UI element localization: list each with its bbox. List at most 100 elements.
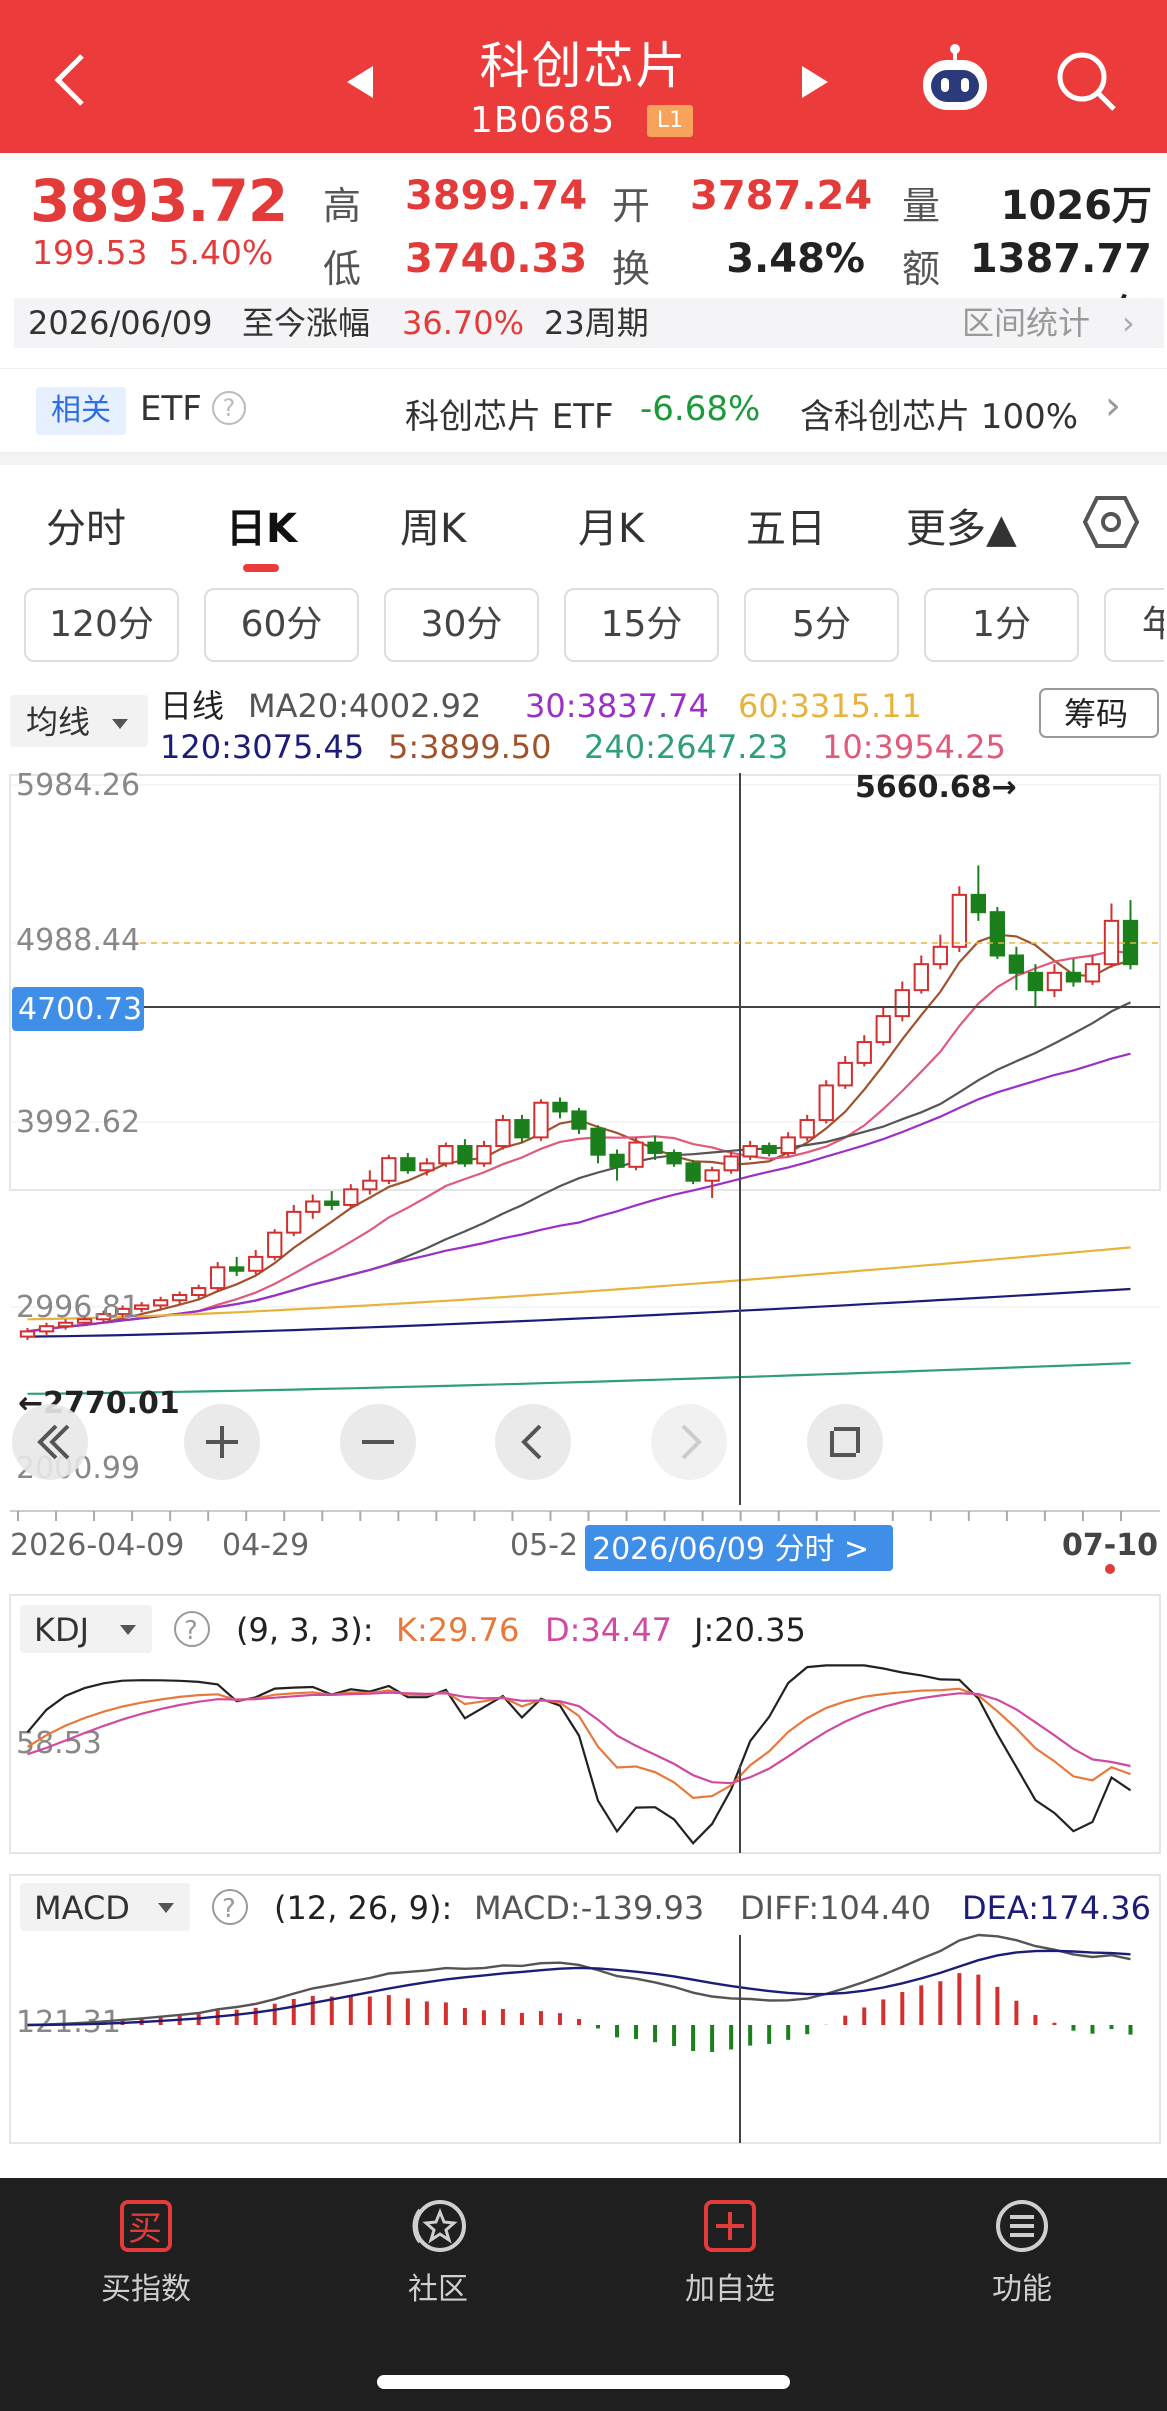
nav-label: 买指数 [101,2272,191,2307]
high-label: 高 [323,184,362,228]
candle [932,945,948,966]
fullscreen-button[interactable] [807,1404,883,1480]
divider [0,453,1167,465]
pill-15min[interactable]: 15分 [564,588,719,662]
candle [761,1145,777,1154]
candle [343,1188,359,1206]
date-start: 2026-04-09 [10,1528,184,1563]
kdj-j-line [26,1664,1132,1845]
home-indicator[interactable] [377,2375,790,2389]
crosshair-price-value: 4700.73 [18,992,142,1027]
candle [324,1200,340,1206]
ma-legend: 均线 日线 MA20:4002.92 30:3837.74 60:3315.11… [10,687,1159,766]
tab-five-day[interactable]: 五日 [746,496,826,554]
candle [685,1162,701,1182]
tab-minute[interactable]: 分时 [46,496,126,554]
candle [552,1101,568,1113]
nav-label: 功能 [992,2272,1052,2307]
range-label: 至今涨幅 [242,304,371,342]
candle [381,1157,397,1182]
open-value: 3787.24 [690,173,873,219]
candle [1027,971,1044,992]
price-tick: 2996.81 [16,1290,140,1325]
chevron-right-icon: › [1105,383,1121,429]
pill-30min[interactable]: 30分 [384,588,539,662]
nav-add-watchlist[interactable]: 加自选 [630,2198,830,2308]
candle [856,1041,872,1064]
candle [495,1119,511,1148]
robot-assistant-icon[interactable] [915,40,995,120]
add-watchlist-icon [702,2198,758,2254]
cursor-date-label: 2026/06/09 分时 > [592,1532,869,1567]
ma20-label: MA20:4002.92 [248,687,481,725]
ma20-line [27,1001,1131,1333]
range-pct: 36.70% [402,304,525,342]
candle [799,1119,815,1139]
candle [38,1325,55,1333]
ma5-label: 5:3899.50 [388,728,551,766]
ma10-line [27,950,1131,1333]
kdj-params: (9, 3, 3): [236,1611,374,1649]
candle [647,1141,663,1154]
date-end: 07-10 [1062,1528,1158,1563]
candle [951,893,967,948]
search-icon[interactable] [1050,45,1122,117]
etf-name: 科创芯片 ETF [405,397,614,437]
tab-weekly[interactable]: 周K [400,496,466,554]
stock-code: 1B0685 [470,100,616,141]
macd-dea: DEA:174.36 [962,1889,1151,1927]
svg-text:买: 买 [128,2209,162,2249]
etf-contains: 含科创芯片 100% [800,397,1079,437]
community-icon [410,2198,466,2254]
tab-more[interactable]: 更多▲ [906,496,1017,554]
candle [248,1255,264,1272]
help-icon-glyph: ? [184,1616,198,1646]
turnover-label: 换 [612,247,651,291]
candle [989,911,1006,957]
candle [970,893,987,914]
high-value: 3899.74 [405,173,588,219]
related-tag: 相关 [36,387,126,435]
etf-title: ETF [140,389,202,429]
nav-buy[interactable]: 买 买指数 [46,2198,246,2308]
nav-functions[interactable]: 功能 [922,2198,1122,2308]
tab-monthly[interactable]: 月K [578,496,644,554]
settings-icon[interactable] [1082,494,1140,550]
scroll-right-button[interactable] [651,1404,727,1480]
tab-daily[interactable]: 日K [226,496,297,554]
pill-60min[interactable]: 60分 [204,588,359,662]
low-label: 低 [323,247,362,291]
scroll-left-button[interactable] [495,1404,571,1480]
amount-label: 额 [902,247,941,291]
candle [818,1084,834,1122]
candle [1046,971,1063,992]
candle [210,1266,226,1290]
candle [362,1179,378,1191]
pill-1min[interactable]: 1分 [924,588,1079,662]
help-icon-glyph: ? [222,1894,236,1924]
candle [286,1210,302,1234]
pill-120min[interactable]: 120分 [24,588,179,662]
ma240-line [27,1362,1131,1395]
macd-value: MACD:-139.93 [474,1889,704,1927]
chevron-right-icon: › [1122,304,1135,342]
candle [723,1155,739,1172]
pill-year[interactable]: 年 [1104,588,1164,662]
help-icon[interactable]: ? [212,391,246,425]
event-dot [1105,1564,1115,1574]
etf-change: -6.68% [640,389,761,429]
top-bar: 科创芯片 1B0685 L1 [0,0,1167,153]
range-stats-bar[interactable]: 2026/06/09 至今涨幅 36.70% 23周期 区间统计 › [14,298,1164,348]
chips-button-label: 筹码 [1064,695,1128,733]
range-stats-link[interactable]: 区间统计 [962,298,1090,348]
candle [152,1299,169,1307]
price-tick: 4988.44 [16,923,140,958]
range-date: 2026/06/09 [28,304,213,342]
ma-selector-label: 均线 [26,703,90,741]
related-etf-row[interactable]: 相关 ETF ? 科创芯片 ETF -6.68% 含科创芯片 100% › [0,368,1167,453]
candle [1084,963,1101,983]
next-stock-icon[interactable] [795,60,835,104]
nav-community[interactable]: 社区 [338,2198,538,2308]
pill-5min[interactable]: 5分 [744,588,899,662]
macd-diff-line [27,1933,1131,2027]
